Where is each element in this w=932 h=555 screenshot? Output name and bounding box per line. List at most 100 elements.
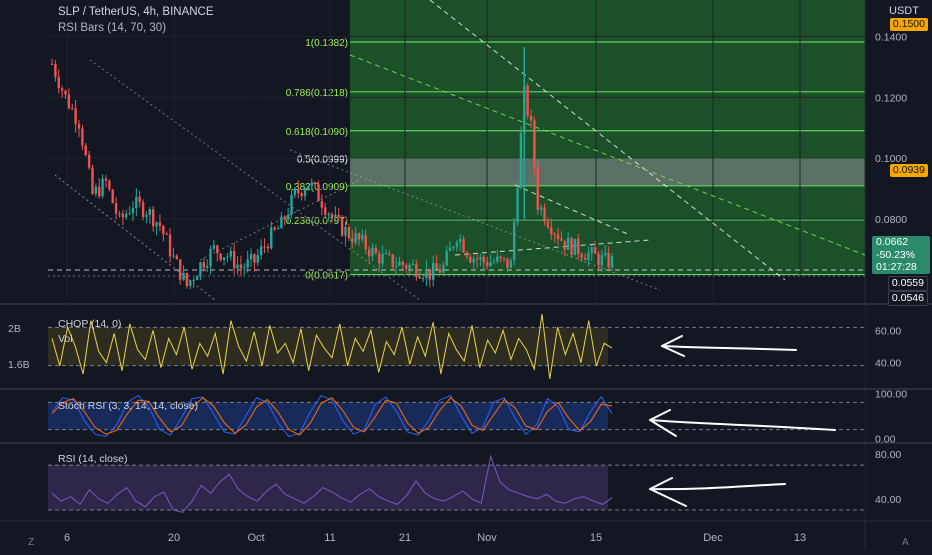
chart-title: SLP / TetherUS, 4h, BINANCE: [58, 6, 214, 18]
candle-body: [141, 202, 145, 217]
candle-body: [104, 178, 108, 181]
candle-body: [111, 189, 114, 204]
candle-body: [249, 254, 253, 260]
chop-pane-left-tick: 2B: [8, 323, 21, 335]
footer-auto-scale[interactable]: A: [902, 537, 909, 548]
candle-body: [597, 253, 600, 266]
candle-body: [499, 256, 502, 259]
candle-body: [587, 252, 590, 260]
candle-body: [482, 256, 486, 263]
candle-body: [195, 276, 199, 281]
candle-body: [583, 257, 587, 260]
candle-body: [489, 262, 492, 266]
x-tick-label: 6: [64, 532, 70, 544]
candle-body: [263, 246, 266, 248]
candle-body: [229, 251, 232, 257]
candle-body: [205, 265, 209, 268]
candle-body: [84, 145, 87, 155]
y-tick-label: 0.1400: [875, 31, 907, 43]
x-tick-label: Nov: [477, 532, 497, 544]
candle-body: [297, 188, 300, 194]
candle-body: [182, 272, 185, 280]
y-tick-label: 0.1200: [875, 92, 907, 104]
candle-body: [320, 201, 324, 208]
candle-body: [550, 227, 553, 235]
candle-body: [54, 64, 57, 77]
candle-body: [138, 196, 141, 203]
candle-body: [98, 186, 101, 197]
candle-body: [158, 222, 162, 226]
candle-body: [563, 240, 566, 250]
candle-body: [394, 265, 398, 267]
rsi-pane: 80.00 40.00: [48, 445, 901, 519]
candle-body: [185, 272, 189, 286]
candle-body: [266, 246, 270, 249]
rsi-pane-tick: 40.00: [875, 494, 901, 506]
candle-body: [388, 253, 391, 255]
candle-body: [125, 213, 128, 218]
candle-body: [71, 108, 74, 110]
candle-body: [533, 120, 536, 168]
candle-body: [580, 254, 583, 258]
candle-body: [300, 193, 303, 197]
candle-body: [276, 228, 280, 230]
x-tick-label: 20: [168, 532, 180, 544]
candle-body: [526, 85, 529, 116]
chop-pane-tick: 60.00: [875, 325, 901, 337]
stoch-pane: 100.00 0.00: [48, 388, 907, 446]
candle-body: [428, 269, 432, 280]
candle-body: [219, 253, 222, 260]
candle-body: [465, 252, 469, 257]
candle-body: [351, 238, 354, 243]
fib-zone-band: [350, 158, 865, 186]
last-price-badge: 0.0662 -50.23% 01:27:28: [872, 236, 930, 274]
candle-body: [114, 203, 118, 214]
candle-body: [546, 221, 550, 228]
candle-body: [485, 262, 489, 266]
candle-body: [401, 261, 405, 266]
stoch-pane-tick: 100.00: [875, 388, 907, 400]
y-tick-label: 0.0800: [875, 214, 907, 226]
price-tag-low-a: 0.0559: [887, 276, 928, 291]
candle-body: [452, 247, 455, 249]
candle-body: [270, 227, 273, 249]
candle-body: [60, 88, 64, 91]
candle-body: [168, 234, 172, 257]
candle-body: [165, 233, 168, 235]
candle-body: [573, 238, 577, 256]
fib-zone-fill: [350, 0, 865, 275]
chart-svg[interactable]: 1(0.1382)0.786(0.1218)0.618(0.1090)0.5(0…: [0, 0, 932, 550]
candle-body: [108, 180, 111, 190]
candle-body: [87, 154, 91, 168]
candle-body: [421, 278, 425, 280]
candle-body: [381, 253, 384, 264]
candle-body: [543, 207, 546, 222]
candle-body: [189, 280, 192, 286]
candle-body: [118, 213, 121, 215]
candle-body: [374, 247, 378, 254]
stoch-title: Stoch RSI (3, 3, 14, 14, close): [58, 400, 199, 412]
candle-body: [496, 256, 499, 262]
candle-body: [516, 188, 519, 223]
fib-level-label: 0.618(0.1090): [286, 127, 348, 138]
vol-title: Vol: [58, 333, 73, 345]
indicator-panes: 60.00 40.00 2B 1.6B 100.00 0.00 80.00 40.00: [8, 306, 907, 519]
candle-body: [448, 247, 452, 252]
candle-body: [131, 207, 135, 214]
candle-body: [226, 256, 229, 258]
chart-stage[interactable]: 1(0.1382) 0.786(0.1218) 0.618(0.1090) 0.5(0…: [0, 0, 932, 550]
chop-title: CHOP (14, 0): [58, 318, 122, 330]
candle-body: [94, 186, 98, 194]
candle-body: [371, 247, 374, 257]
candle-body: [506, 258, 509, 268]
candle-body: [411, 263, 415, 265]
candle-body: [334, 214, 337, 217]
candle-body: [172, 255, 175, 257]
candle-body: [74, 108, 77, 124]
footer-zoom-icon[interactable]: Z: [28, 537, 34, 548]
rsi-pane-tick: 80.00: [875, 449, 901, 461]
candle-body: [405, 265, 408, 269]
candle-body: [418, 276, 421, 279]
candle-body: [593, 247, 597, 254]
candle-body: [472, 258, 475, 263]
